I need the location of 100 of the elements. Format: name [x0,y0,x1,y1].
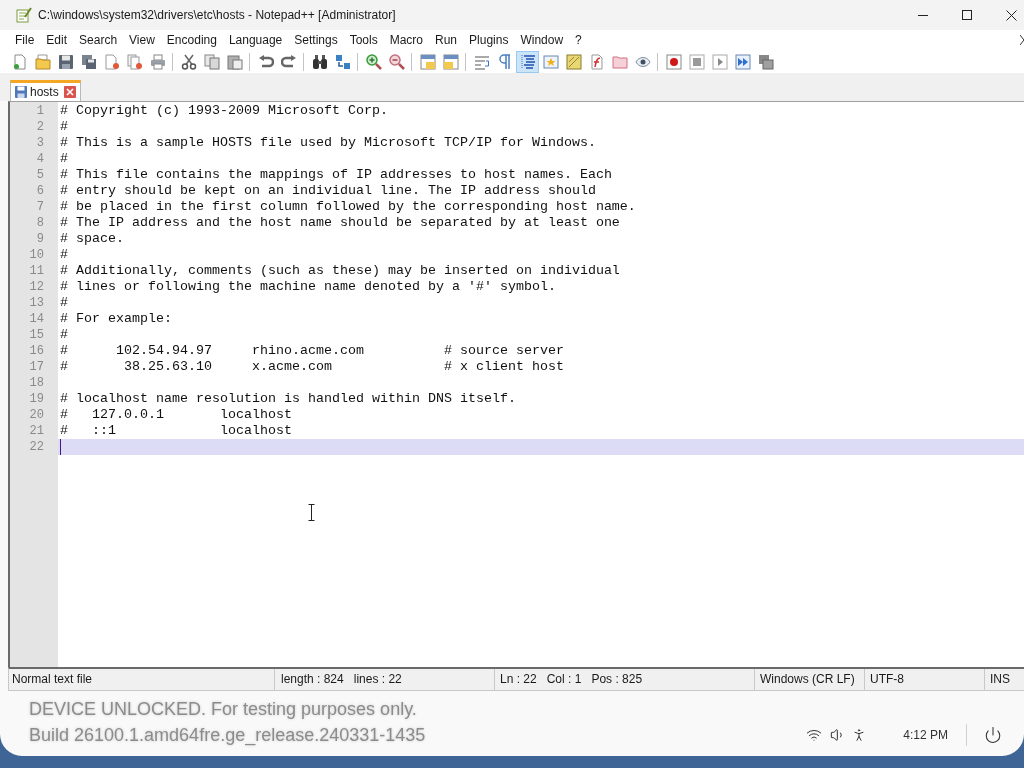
code-line: # [60,151,68,167]
line-number: 13 [29,295,44,311]
status-text: Col : 1 [546,671,582,688]
code-line: # Copyright (c) 1993-2009 Microsoft Corp. [60,103,388,119]
line-number: 16 [29,343,44,359]
code-line: # For example: [60,311,172,327]
floppy-disks-icon [80,53,97,70]
code-line: # Additionally, comments (such as these) may be inserted on individual [60,263,620,279]
close-icon [1006,9,1017,21]
copy-icon [203,53,220,70]
menu-item[interactable]: Settings [288,30,344,50]
line-number: 8 [36,215,44,231]
folder-icon [611,53,628,70]
close-icon[interactable] [63,86,76,98]
code-line: # The IP address and the host name should be separated by at least one [60,215,620,231]
word-wrap-icon [473,53,490,70]
chevron-icon[interactable] [1020,35,1024,45]
document-tab[interactable]: hosts [10,80,81,101]
printer-icon [149,53,166,70]
menu-item[interactable]: Edit [40,30,74,50]
code-line: # ::1 localhost [60,423,292,439]
line-number: 2 [36,119,44,135]
line-number: 21 [29,423,44,439]
function-page-icon [588,53,605,70]
text-caret [60,439,61,455]
status-text: lines : 22 [353,671,402,688]
minimize-icon [918,14,928,16]
code-line: # 38.25.63.10 x.acme.com # x client host [60,359,564,375]
close-files-icon [126,53,143,70]
redo-icon [280,53,297,70]
status-text: Normal text file [12,672,93,686]
status-text: Pos : 825 [591,671,643,688]
menu-item[interactable]: Language [222,30,289,50]
menu-item[interactable]: ? [569,30,588,50]
code-line: # [60,247,68,263]
line-number: 22 [29,439,44,455]
line-number: 18 [29,375,44,391]
replace-icon [334,53,351,70]
pilcrow-icon [496,53,513,70]
status-text: Ln : 22 [500,671,537,688]
text-cursor-icon [308,504,315,521]
line-number: 15 [29,327,44,343]
undo-icon [257,53,274,70]
menu-item[interactable]: Window [514,30,570,50]
record-icon [665,53,682,70]
menu-item[interactable]: Search [73,30,124,50]
status-text: UTF-8 [870,672,904,686]
window-title: C:\windows\system32\drivers\etc\hosts - Notepad++ [Administrator] [38,7,396,24]
status-text: length : 824 [281,671,344,688]
menu-item[interactable]: Plugins [463,30,515,50]
status-text: Windows (CR LF) [760,672,855,686]
fast-forward-icon [734,53,751,70]
system-notice: DEVICE UNLOCKED. For testing purposes only. [29,698,418,720]
tab-label: hosts [30,86,59,98]
indent-guide-button[interactable] [516,50,539,73]
code-line: # This is a sample HOSTS file used by Microsoft TCP/IP for Windows. [60,135,596,151]
line-number: 4 [36,151,44,167]
code-line: # be placed in the first column followed by the corresponding host name. [60,199,636,215]
code-line: # entry should be kept on an individual line. The IP address should [60,183,596,199]
line-number: 17 [29,359,44,375]
play-icon [711,53,728,70]
power-icon[interactable] [984,726,1002,744]
indent-lines-icon [519,53,536,70]
close-file-icon [103,53,120,70]
side-windows-icon [442,53,459,70]
new-file-icon [11,53,28,70]
menu-item[interactable]: Encoding [160,30,223,50]
text-editor[interactable] [8,101,1024,667]
line-number: 9 [36,231,44,247]
line-number: 7 [36,199,44,215]
line-number: 12 [29,279,44,295]
line-number: 14 [29,311,44,327]
code-line: # space. [60,231,124,247]
stop-icon [688,53,705,70]
scissors-icon [180,53,197,70]
map-icon [565,53,582,70]
star-window-icon [542,53,559,70]
menu-item[interactable]: Run [429,30,464,50]
wifi-icon[interactable] [806,727,823,743]
line-number: 19 [29,391,44,407]
stacked-boxes-icon [757,53,774,70]
line-number: 5 [36,167,44,183]
code-line: # localhost name resolution is handled within DNS itself. [60,391,516,407]
line-number: 3 [36,135,44,151]
menu-item[interactable]: Tools [343,30,384,50]
notepad-icon [16,7,32,23]
code-line: # [60,295,68,311]
code-line: # [60,327,68,343]
clock-time: 4:12 PM [903,727,948,744]
menu-item[interactable]: File [9,30,41,50]
system-notice: Build 26100.1.amd64fre.ge_release.240331-1435 [29,724,426,746]
binoculars-icon [311,53,328,70]
line-number: 6 [36,183,44,199]
zoom-in-icon [365,53,382,70]
clipboard-icon [226,53,243,70]
line-number: 11 [29,263,44,279]
folder-icon [34,53,51,70]
menu-item[interactable]: View [123,30,161,50]
code-line: # 102.54.94.97 rhino.acme.com # source server [60,343,564,359]
menu-item[interactable]: Macro [383,30,429,50]
